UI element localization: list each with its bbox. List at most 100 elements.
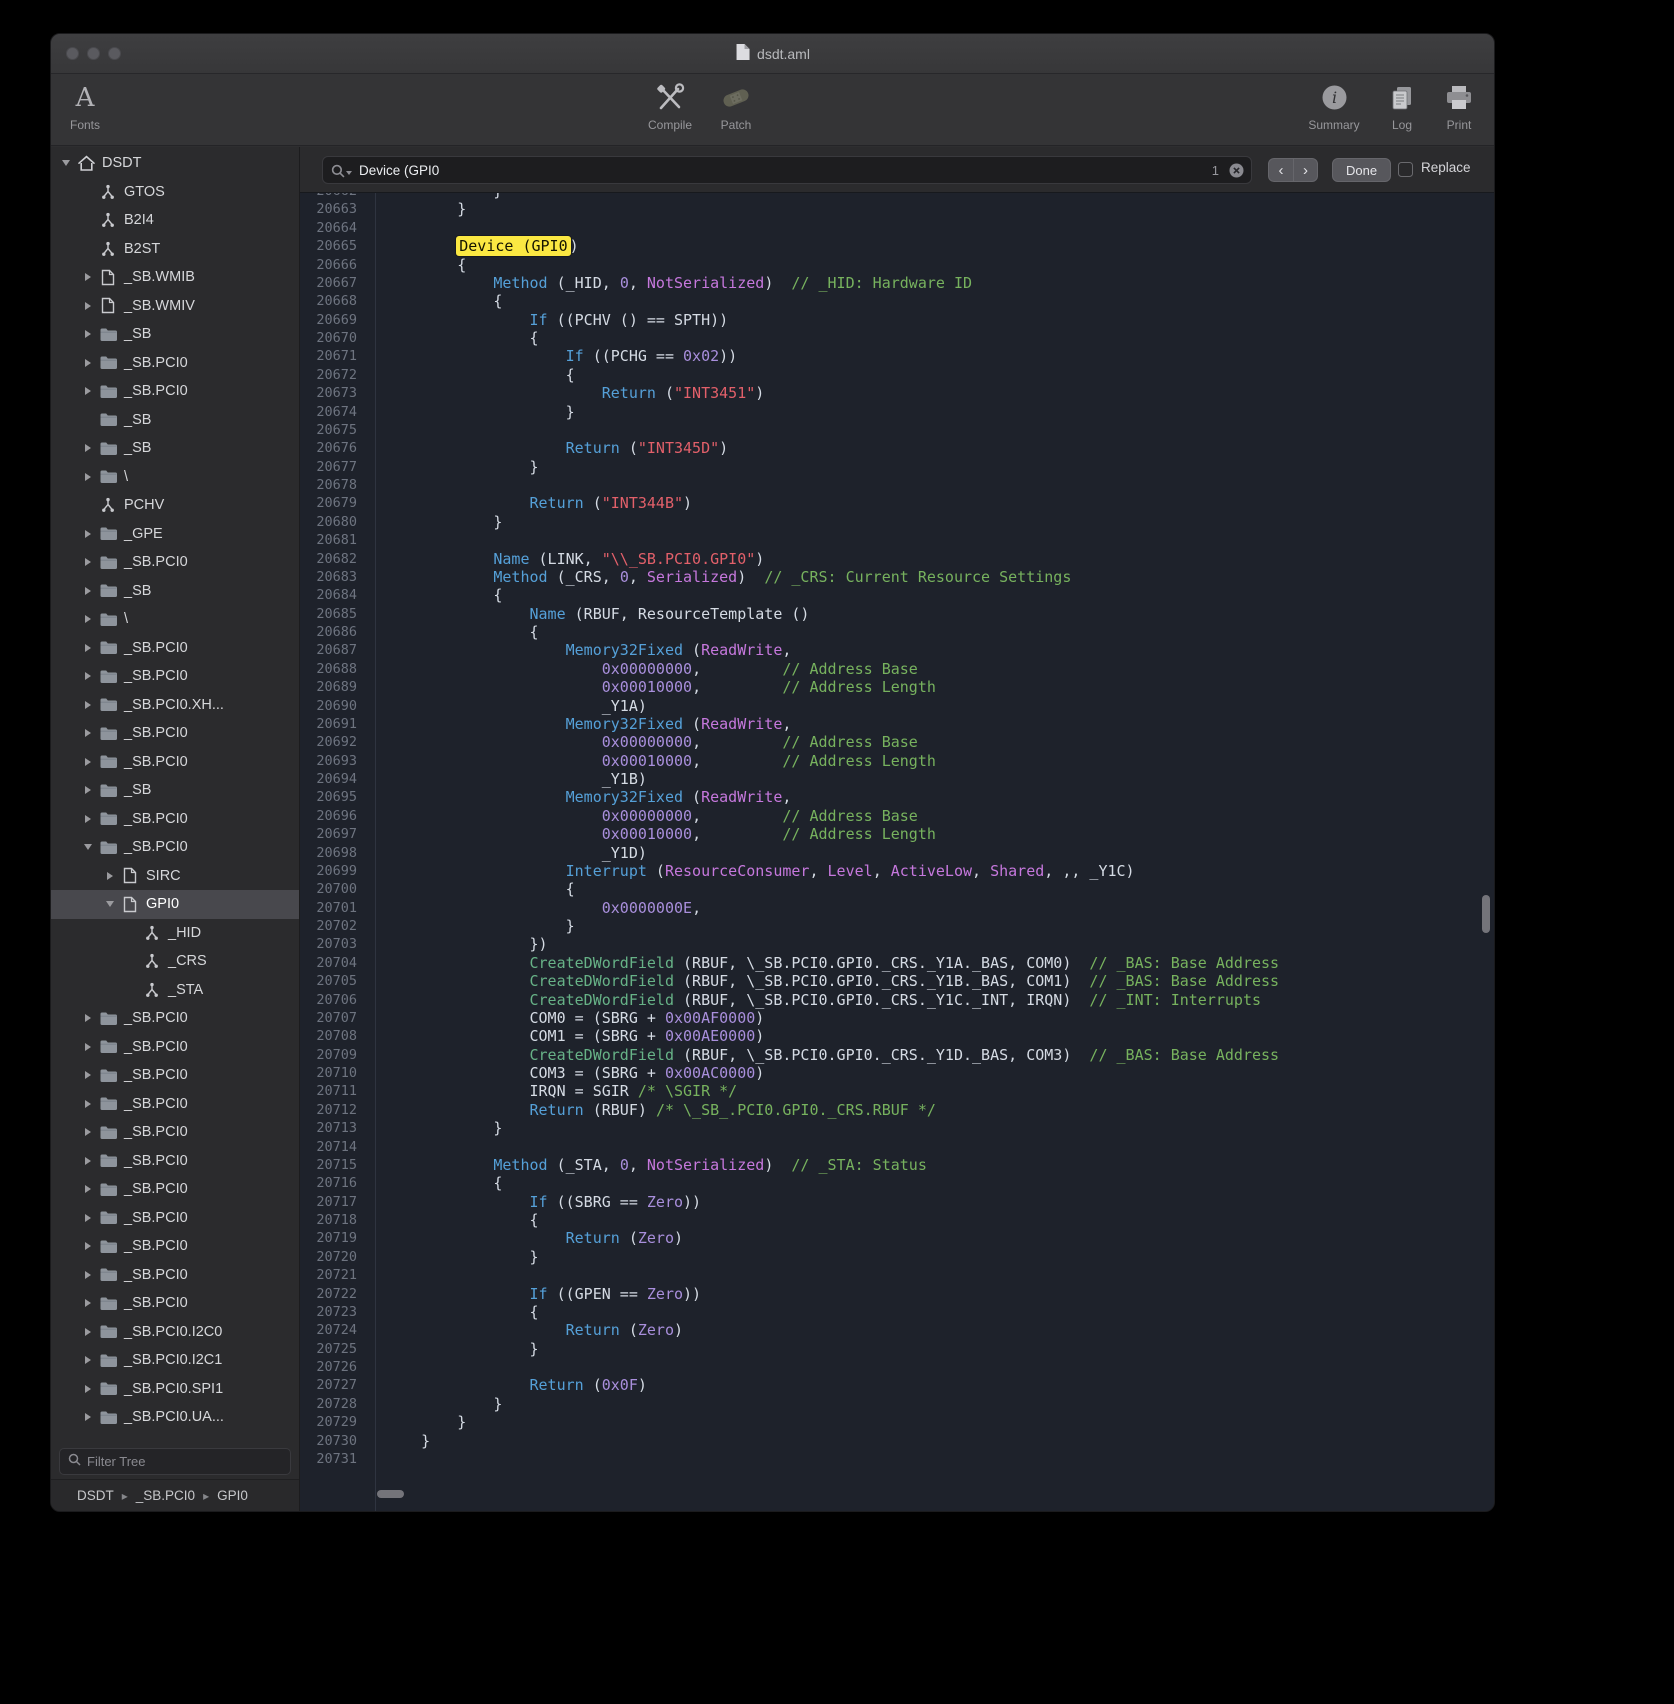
code-line[interactable]: 20679 Return ("INT344B")	[300, 494, 1494, 512]
tree-item-gpi0[interactable]: GPI0	[51, 890, 299, 919]
disclosure-closed-icon[interactable]	[81, 330, 95, 338]
code-line[interactable]: 20727 Return (0x0F)	[300, 1376, 1494, 1394]
tree-item-_sb[interactable]: _SB	[51, 577, 299, 606]
disclosure-closed-icon[interactable]	[81, 758, 95, 766]
tree-item-_sbpci0i2c0[interactable]: _SB.PCI0.I2C0	[51, 1318, 299, 1347]
disclosure-closed-icon[interactable]	[81, 387, 95, 395]
tree-item-_hid[interactable]: _HID	[51, 919, 299, 948]
code-line[interactable]: 20697 0x00010000, // Address Length	[300, 825, 1494, 843]
code-line[interactable]: 20718 {	[300, 1211, 1494, 1229]
code-line[interactable]: 20681	[300, 531, 1494, 549]
disclosure-closed-icon[interactable]	[81, 1328, 95, 1336]
disclosure-closed-icon[interactable]	[81, 729, 95, 737]
breadcrumb-item[interactable]: DSDT	[77, 1488, 114, 1503]
code-line[interactable]: 20719 Return (Zero)	[300, 1229, 1494, 1247]
tree-item-sirc[interactable]: SIRC	[51, 862, 299, 891]
code-line[interactable]: 20707 COM0 = (SBRG + 0x00AF0000)	[300, 1009, 1494, 1027]
tree-item-_sbpci0[interactable]: _SB.PCI0	[51, 748, 299, 777]
tree-item-_sb[interactable]: _SB	[51, 434, 299, 463]
code-line[interactable]: 20689 0x00010000, // Address Length	[300, 678, 1494, 696]
tree-item-_sbpci0[interactable]: _SB.PCI0	[51, 1147, 299, 1176]
disclosure-closed-icon[interactable]	[103, 872, 117, 880]
code-line[interactable]: 20713 }	[300, 1119, 1494, 1137]
tree-item-gtos[interactable]: GTOS	[51, 178, 299, 207]
tree-item-_sb[interactable]: _SB	[51, 320, 299, 349]
code-line[interactable]: 20677 }	[300, 458, 1494, 476]
disclosure-closed-icon[interactable]	[81, 786, 95, 794]
toolbar-summary-button[interactable]: i Summary	[1301, 79, 1367, 132]
disclosure-closed-icon[interactable]	[81, 1043, 95, 1051]
disclosure-closed-icon[interactable]	[81, 587, 95, 595]
tree-item-_sbpci0[interactable]: _SB.PCI0	[51, 805, 299, 834]
disclosure-closed-icon[interactable]	[81, 672, 95, 680]
tree-item-_sbpci0[interactable]: _SB.PCI0	[51, 1004, 299, 1033]
disclosure-closed-icon[interactable]	[81, 615, 95, 623]
tree-item-_sb[interactable]: _SB	[51, 776, 299, 805]
code-line[interactable]: 20678	[300, 476, 1494, 494]
code-line[interactable]: 20704 CreateDWordField (RBUF, \_SB.PCI0.…	[300, 954, 1494, 972]
toolbar-compile-button[interactable]: Compile	[637, 79, 703, 132]
disclosure-closed-icon[interactable]	[81, 1413, 95, 1421]
disclosure-closed-icon[interactable]	[81, 1128, 95, 1136]
code-line[interactable]: 20674 }	[300, 403, 1494, 421]
code-line[interactable]: 20683 Method (_CRS, 0, Serialized) // _C…	[300, 568, 1494, 586]
disclosure-closed-icon[interactable]	[81, 701, 95, 709]
code-line[interactable]: 20724 Return (Zero)	[300, 1321, 1494, 1339]
tree-item-_sbpci0[interactable]: _SB.PCI0	[51, 349, 299, 378]
code-line[interactable]: 20701 0x0000000E,	[300, 899, 1494, 917]
code-line[interactable]: 20686 {	[300, 623, 1494, 641]
titlebar[interactable]: dsdt.aml	[51, 34, 1494, 74]
code-line[interactable]: 20716 {	[300, 1174, 1494, 1192]
disclosure-closed-icon[interactable]	[81, 1214, 95, 1222]
code-line[interactable]: 20717 If ((SBRG == Zero))	[300, 1193, 1494, 1211]
minimize-button[interactable]	[87, 47, 100, 60]
code-line[interactable]: 20725 }	[300, 1340, 1494, 1358]
code-line[interactable]: 20700 {	[300, 880, 1494, 898]
tree-item-_sbpci0xh[interactable]: _SB.PCI0.XH...	[51, 691, 299, 720]
tree-item-_sbwmiv[interactable]: _SB.WMIV	[51, 292, 299, 321]
code-line[interactable]: 20692 0x00000000, // Address Base	[300, 733, 1494, 751]
tree-item-pchv[interactable]: PCHV	[51, 491, 299, 520]
disclosure-closed-icon[interactable]	[81, 1100, 95, 1108]
vertical-scrollbar-thumb[interactable]	[1482, 895, 1490, 933]
tree-item-_sbpci0i2c1[interactable]: _SB.PCI0.I2C1	[51, 1346, 299, 1375]
code-line[interactable]: 20693 0x00010000, // Address Length	[300, 752, 1494, 770]
code-line[interactable]: 20722 If ((GPEN == Zero))	[300, 1285, 1494, 1303]
disclosure-closed-icon[interactable]	[81, 1185, 95, 1193]
disclosure-closed-icon[interactable]	[81, 1071, 95, 1079]
code-line[interactable]: 20673 Return ("INT3451")	[300, 384, 1494, 402]
code-line[interactable]: 20728 }	[300, 1395, 1494, 1413]
code-line[interactable]: 20711 IRQN = SGIR /* \SGIR */	[300, 1082, 1494, 1100]
tree-item-_sbpci0[interactable]: _SB.PCI0	[51, 1175, 299, 1204]
code-line[interactable]: 20706 CreateDWordField (RBUF, \_SB.PCI0.…	[300, 991, 1494, 1009]
disclosure-closed-icon[interactable]	[81, 1385, 95, 1393]
breadcrumb-item[interactable]: GPI0	[217, 1488, 248, 1503]
code-line[interactable]: 20687 Memory32Fixed (ReadWrite,	[300, 641, 1494, 659]
disclosure-closed-icon[interactable]	[81, 644, 95, 652]
disclosure-closed-icon[interactable]	[81, 530, 95, 538]
code-line[interactable]: 20671 If ((PCHG == 0x02))	[300, 347, 1494, 365]
tree-item-_sbpci0[interactable]: _SB.PCI0	[51, 1118, 299, 1147]
tree-item-[interactable]: \	[51, 605, 299, 634]
disclosure-closed-icon[interactable]	[81, 1299, 95, 1307]
find-field[interactable]: 1	[322, 156, 1252, 184]
code-line[interactable]: 20663 }	[300, 200, 1494, 218]
previous-match-button[interactable]: ‹	[1269, 159, 1293, 181]
filter-tree-field[interactable]	[59, 1448, 291, 1475]
disclosure-closed-icon[interactable]	[81, 302, 95, 310]
tree-item-_sbwmib[interactable]: _SB.WMIB	[51, 263, 299, 292]
tree-item-_gpe[interactable]: _GPE	[51, 520, 299, 549]
code-line[interactable]: 20710 COM3 = (SBRG + 0x00AC0000)	[300, 1064, 1494, 1082]
tree-item-_sbpci0[interactable]: _SB.PCI0	[51, 377, 299, 406]
tree-item-_sbpci0ua[interactable]: _SB.PCI0.UA...	[51, 1403, 299, 1432]
code-line[interactable]: 20684 {	[300, 586, 1494, 604]
disclosure-closed-icon[interactable]	[81, 1242, 95, 1250]
code-line[interactable]: 20682 Name (LINK, "\\_SB.PCI0.GPI0")	[300, 550, 1494, 568]
tree-item-_sbpci0[interactable]: _SB.PCI0	[51, 1261, 299, 1290]
code-line[interactable]: 20664	[300, 219, 1494, 237]
disclosure-closed-icon[interactable]	[81, 444, 95, 452]
disclosure-open-icon[interactable]	[59, 160, 73, 166]
code-line[interactable]: 20708 COM1 = (SBRG + 0x00AE0000)	[300, 1027, 1494, 1045]
horizontal-scrollbar-thumb[interactable]	[377, 1490, 404, 1498]
code-line[interactable]: 20688 0x00000000, // Address Base	[300, 660, 1494, 678]
